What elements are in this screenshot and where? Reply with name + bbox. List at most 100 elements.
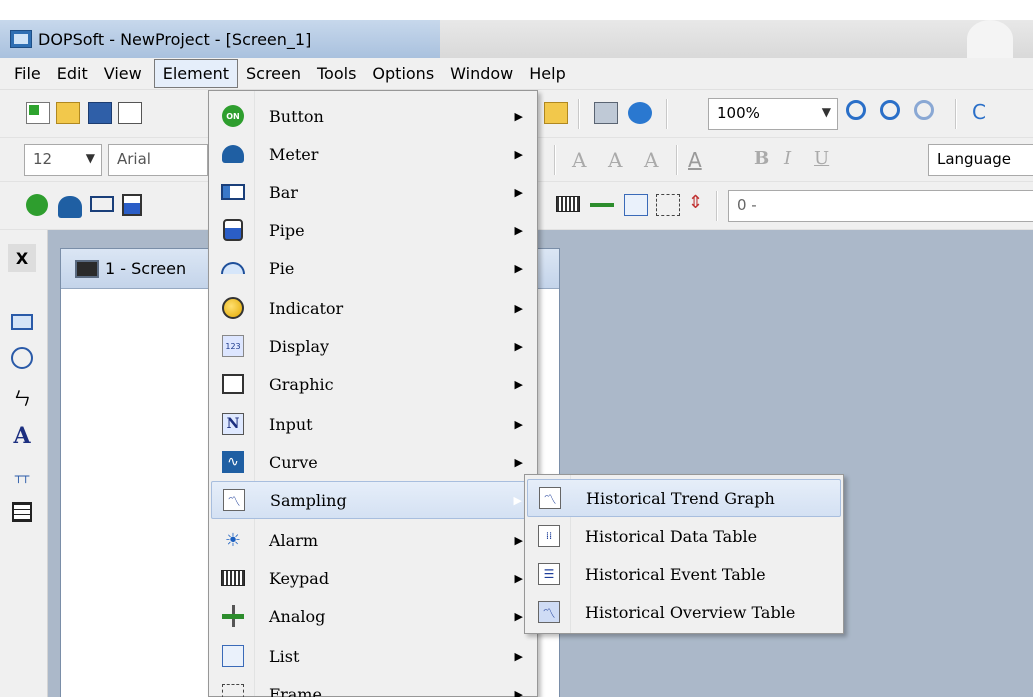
italic-icon[interactable]: I: [784, 148, 808, 170]
submenu-arrow-icon: ▶: [514, 417, 523, 431]
scale-icon[interactable]: ┬┬: [8, 462, 36, 490]
chevron-down-icon: ▼: [821, 105, 831, 119]
menu-item-keypad[interactable]: Keypad ▶: [211, 559, 535, 597]
menu-item-pie[interactable]: Pie ▶: [211, 249, 535, 287]
app-icon: [10, 30, 32, 48]
frame-icon[interactable]: [656, 194, 680, 216]
font-name-value: Arial: [117, 150, 151, 168]
print-icon[interactable]: [594, 102, 618, 124]
menu-options[interactable]: Options: [364, 60, 442, 87]
pie-icon: [221, 256, 245, 280]
menu-item-label: Frame: [269, 684, 322, 697]
menu-item-label: Alarm: [269, 530, 319, 550]
submenu-item-historical-data-table[interactable]: ⁞⁞ Historical Data Table: [527, 517, 841, 555]
menu-item-alarm[interactable]: ☀ Alarm ▶: [211, 521, 535, 559]
menu-item-graphic[interactable]: Graphic ▶: [211, 365, 535, 403]
meter-icon[interactable]: [58, 196, 82, 218]
save-icon[interactable]: [88, 102, 112, 124]
refresh-icon[interactable]: C: [972, 100, 996, 124]
menu-edit[interactable]: Edit: [49, 60, 96, 87]
menu-item-frame[interactable]: Frame ▶: [211, 675, 535, 697]
drawing-toolbar: X ㄣ A ┬┬: [0, 230, 48, 697]
menu-item-label: Keypad: [269, 568, 330, 588]
menu-item-button[interactable]: ON Button ▶: [211, 97, 535, 135]
info-icon[interactable]: [628, 102, 652, 124]
bold-icon[interactable]: B: [754, 148, 778, 170]
toolbar-separator: [676, 145, 678, 175]
new-icon[interactable]: [26, 102, 50, 124]
menu-item-label: Sampling: [270, 490, 347, 510]
submenu-arrow-icon: ▶: [514, 571, 523, 585]
underline-icon[interactable]: U: [814, 148, 838, 170]
bar-icon: [221, 180, 245, 204]
font-color-icon[interactable]: A: [688, 148, 712, 172]
menu-help[interactable]: Help: [521, 60, 573, 87]
menu-item-analog[interactable]: Analog ▶: [211, 597, 535, 635]
table-icon[interactable]: [8, 498, 36, 526]
screen-title: 1 - Screen: [105, 259, 187, 278]
swap-icon[interactable]: ⇕: [688, 192, 712, 214]
menu-item-curve[interactable]: ∿ Curve ▶: [211, 443, 535, 481]
menu-file[interactable]: File: [6, 60, 49, 87]
menu-item-list[interactable]: List ▶: [211, 637, 535, 675]
button-on-icon[interactable]: [26, 194, 48, 216]
submenu-arrow-icon: ▶: [514, 687, 523, 697]
menu-screen[interactable]: Screen: [238, 60, 309, 87]
align-middle-icon[interactable]: A: [608, 148, 632, 172]
submenu-item-historical-event-table[interactable]: ☰ Historical Event Table: [527, 555, 841, 593]
menu-element[interactable]: Element: [153, 59, 238, 88]
zoom-out-icon[interactable]: [880, 100, 900, 120]
polyline-icon[interactable]: ㄣ: [8, 384, 36, 412]
menu-item-display[interactable]: 123 Display ▶: [211, 327, 535, 365]
font-name-select[interactable]: Arial: [108, 144, 208, 176]
list-icon[interactable]: [624, 194, 648, 216]
graphic-icon: [221, 372, 245, 396]
zoom-in-icon[interactable]: [846, 100, 866, 120]
open-folder-icon[interactable]: [56, 102, 80, 124]
menu-item-label: Button: [269, 106, 324, 126]
value-field[interactable]: 0 -: [728, 190, 1033, 222]
menu-item-indicator[interactable]: Indicator ▶: [211, 289, 535, 327]
input-icon: N: [221, 412, 245, 436]
menu-tools[interactable]: Tools: [309, 60, 364, 87]
zoom-select[interactable]: 100% ▼: [708, 98, 838, 130]
menu-item-bar[interactable]: Bar ▶: [211, 173, 535, 211]
title-decoration: [967, 20, 1013, 58]
export-icon[interactable]: [118, 102, 142, 124]
menu-item-meter[interactable]: Meter ▶: [211, 135, 535, 173]
menu-bar: File Edit View Element Screen Tools Opti…: [0, 58, 1033, 90]
menu-view[interactable]: View: [96, 60, 150, 87]
submenu-item-historical-overview-table[interactable]: 〽 Historical Overview Table: [527, 593, 841, 631]
alarm-icon: ☀: [224, 529, 242, 551]
window-title: DOPSoft - NewProject - [Screen_1]: [38, 29, 312, 49]
text-icon[interactable]: A: [8, 422, 36, 450]
import-icon[interactable]: [544, 102, 568, 124]
submenu-arrow-icon: ▶: [513, 493, 522, 507]
menu-item-input[interactable]: N Input ▶: [211, 405, 535, 443]
circle-icon[interactable]: [8, 344, 36, 372]
pipe-icon[interactable]: [122, 194, 142, 216]
toolbar-separator: [554, 145, 556, 175]
zoom-fit-icon[interactable]: [914, 100, 934, 120]
font-size-select[interactable]: 12 ▼: [24, 144, 102, 176]
font-size-value: 12: [33, 150, 53, 168]
submenu-item-historical-trend-graph[interactable]: 〽 Historical Trend Graph: [527, 479, 841, 517]
analog-icon[interactable]: [590, 194, 614, 216]
align-top-icon[interactable]: A: [572, 148, 596, 172]
data-table-icon: ⁞⁞: [537, 524, 561, 548]
menu-item-sampling[interactable]: 〽 Sampling ▶: [211, 481, 535, 519]
menu-item-label: Bar: [269, 182, 298, 202]
menu-item-pipe[interactable]: Pipe ▶: [211, 211, 535, 249]
title-bar: DOPSoft - NewProject - [Screen_1]: [0, 20, 1033, 58]
align-bottom-icon[interactable]: A: [644, 148, 668, 172]
submenu-arrow-icon: ▶: [514, 649, 523, 663]
curve-icon: ∿: [221, 450, 245, 474]
menu-window[interactable]: Window: [442, 60, 521, 87]
submenu-item-label: Historical Overview Table: [585, 602, 796, 622]
bar-icon[interactable]: [90, 196, 114, 212]
submenu-arrow-icon: ▶: [514, 261, 523, 275]
close-panel-icon[interactable]: X: [8, 244, 36, 272]
rectangle-icon[interactable]: [8, 308, 36, 336]
keypad-icon[interactable]: [556, 196, 580, 212]
language-select[interactable]: Language: [928, 144, 1033, 176]
